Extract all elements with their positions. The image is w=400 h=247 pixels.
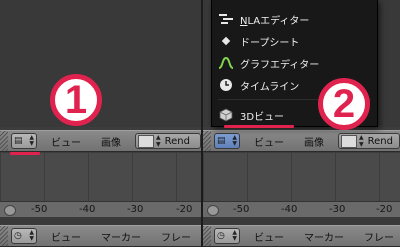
header-corner-grip[interactable] [203, 131, 211, 151]
menu-view[interactable]: ビュー [51, 229, 81, 244]
ruler-tick: -50 [233, 204, 250, 215]
updown-arrows-icon: ▲ ▼ [156, 134, 161, 148]
ruler-tick: -30 [127, 204, 144, 215]
right-bottom-header: ◷ ▲ ▼ ビュー マーカー フレー [203, 225, 400, 247]
ruler-tick: -50 [31, 204, 48, 215]
updown-arrows-icon: ▲ ▼ [359, 134, 364, 148]
updown-arrows-icon: ▲ ▼ [232, 134, 237, 147]
header-corner-grip[interactable] [0, 226, 8, 246]
pane-divider[interactable] [201, 0, 203, 247]
editor-type-button[interactable]: ◷ ▲ ▼ [11, 228, 37, 244]
left-timeline-area[interactable] [0, 153, 201, 201]
menu-marker[interactable]: マーカー [304, 229, 344, 244]
right-timeline-area[interactable] [203, 153, 400, 201]
scroll-knob[interactable] [4, 205, 16, 216]
menu-item-label: NLAエディター [240, 15, 310, 27]
header-corner-grip[interactable] [0, 131, 8, 151]
updown-arrows-icon: ▲ ▼ [232, 229, 237, 242]
nla-icon [212, 13, 240, 25]
editor-type-button[interactable]: ▤ ▲ ▼ [11, 133, 37, 149]
menu-item-graph-editor[interactable]: グラフエディター [212, 52, 377, 74]
editor-type-button[interactable]: ▤ ▲ ▼ [214, 133, 240, 149]
render-image-icon [341, 134, 357, 148]
left-frame-ruler[interactable]: -50 -40 -30 -20 [0, 201, 201, 218]
updown-arrows-icon: ▲ ▼ [29, 229, 34, 242]
right-frame-ruler[interactable]: -50 -40 -30 -20 [203, 201, 400, 218]
menu-view[interactable]: ビュー [254, 229, 284, 244]
editor-type-button[interactable]: ◷ ▲ ▼ [214, 228, 240, 244]
ruler-tick: -30 [329, 204, 346, 215]
highlight-underline-1 [10, 152, 40, 155]
render-image-icon [138, 134, 154, 148]
step-badge-2: 2 [318, 78, 370, 130]
menu-image[interactable]: 画像 [101, 134, 121, 149]
left-strip [0, 217, 201, 225]
left-top-header: ▤ ▲ ▼ ビュー 画像 ▲ ▼ Rend [0, 130, 201, 152]
highlight-underline-2 [224, 125, 294, 128]
render-result-selector[interactable]: ▲ ▼ Rend [135, 133, 201, 149]
cube-icon [212, 108, 240, 122]
left-bottom-header: ◷ ▲ ▼ ビュー マーカー フレー [0, 225, 201, 247]
menu-item-label: タイムライン [240, 81, 300, 93]
menu-item-label: グラフエディター [240, 59, 320, 71]
ruler-tick: -20 [376, 204, 393, 215]
left-pane: 1 ▤ ▲ ▼ ビュー 画像 ▲ ▼ Rend -50 -40 -30 -20 ◷ … [0, 0, 201, 247]
menu-view[interactable]: ビュー [254, 134, 284, 149]
menu-item-nla-editor[interactable]: NLAエディター [212, 8, 377, 30]
menu-frame[interactable]: フレー [364, 229, 394, 244]
menu-item-label: 3Dビュー [240, 111, 285, 123]
timeline-clock-icon [212, 78, 240, 92]
render-label: Rend [164, 135, 190, 147]
scroll-knob[interactable] [207, 205, 219, 216]
graph-icon [212, 56, 240, 70]
image-editor-icon: ▤ [217, 135, 226, 146]
menu-image[interactable]: 画像 [304, 134, 324, 149]
ruler-tick: -40 [281, 204, 298, 215]
menu-frame[interactable]: フレー [161, 229, 191, 244]
render-result-selector[interactable]: ▲ ▼ Rend [338, 133, 400, 149]
timeline-clock-icon: ◷ [217, 230, 225, 241]
ruler-tick: -40 [79, 204, 96, 215]
updown-arrows-icon: ▲ ▼ [29, 134, 34, 147]
menu-item-dopesheet[interactable]: ドープシート [212, 30, 377, 52]
header-corner-grip[interactable] [203, 226, 211, 246]
right-strip [203, 217, 400, 225]
menu-view[interactable]: ビュー [51, 134, 81, 149]
menu-item-label: ドープシート [240, 37, 300, 49]
ruler-tick: -20 [176, 204, 193, 215]
step-badge-1: 1 [50, 74, 102, 126]
right-top-header: ▤ ▲ ▼ ビュー 画像 ▲ ▼ Rend [203, 130, 400, 152]
menu-marker[interactable]: マーカー [101, 229, 141, 244]
image-editor-icon: ▤ [14, 135, 23, 146]
timeline-clock-icon: ◷ [14, 230, 22, 241]
render-label: Rend [367, 135, 393, 147]
dopesheet-icon [212, 34, 240, 48]
